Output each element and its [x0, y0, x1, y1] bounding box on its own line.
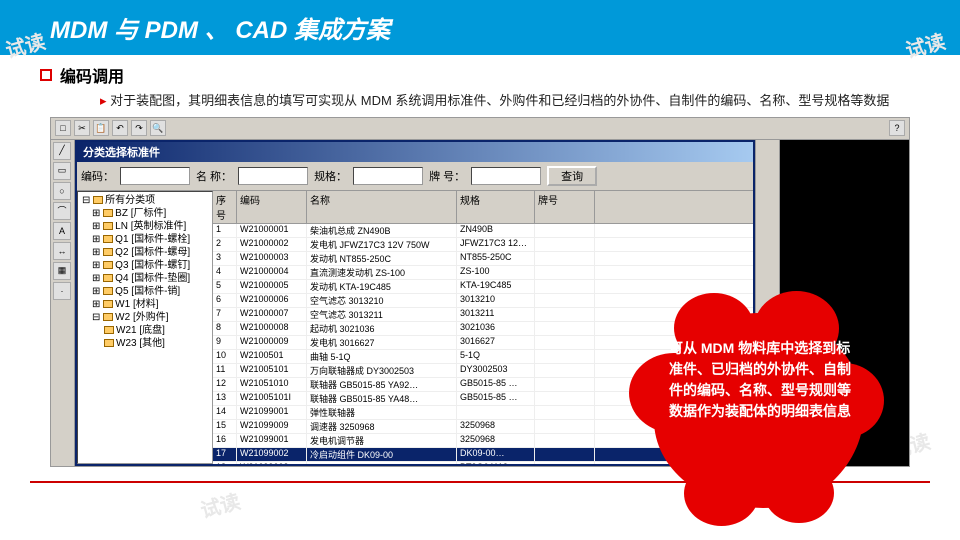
- tool-rect-icon[interactable]: ▭: [53, 162, 71, 180]
- label-spec: 规格：: [314, 168, 347, 184]
- cad-window: □ ✂ 📋 ↶ ↷ 🔍 ? ╱ ▭ ○ ⌒ A ↔ ▦ · 分类选择标准件: [50, 117, 910, 467]
- dialog-search-bar: 编码： 名 称： 规格： 牌 号： 查询: [77, 162, 753, 191]
- tree-root[interactable]: ⊟ 所有分类项: [80, 194, 210, 207]
- category-tree[interactable]: ⊟ 所有分类项 ⊞ BZ [厂标件]⊞ LN [英制标准件]⊞ Q1 [国标件-…: [77, 191, 213, 464]
- label-code: 编码：: [81, 168, 114, 184]
- tool-line-icon[interactable]: ╱: [53, 142, 71, 160]
- tool-circle-icon[interactable]: ○: [53, 182, 71, 200]
- tool-dim-icon[interactable]: ↔: [53, 242, 71, 260]
- table-row[interactable]: 1W21000001柴油机总成 ZN490BZN490B: [213, 224, 753, 238]
- code-input[interactable]: [120, 167, 190, 185]
- spec-input[interactable]: [353, 167, 423, 185]
- slide-title-bar: MDM 与 PDM 、 CAD 集成方案: [0, 0, 960, 55]
- watermark: 试读: [197, 485, 243, 523]
- tree-item[interactable]: W21 [底盘]: [80, 324, 210, 337]
- cad-toolbar-left: ╱ ▭ ○ ⌒ A ↔ ▦ ·: [51, 140, 75, 466]
- tool-arc-icon[interactable]: ⌒: [53, 202, 71, 220]
- toolbar-button[interactable]: ✂: [74, 120, 90, 136]
- tool-hatch-icon[interactable]: ▦: [53, 262, 71, 280]
- table-row[interactable]: 4W21000004直流测速发动机 ZS-100ZS-100: [213, 266, 753, 280]
- toolbar-button[interactable]: ?: [889, 120, 905, 136]
- table-row[interactable]: 3W21000003发动机 NT855-250CNT855-250C: [213, 252, 753, 266]
- tree-item[interactable]: W23 [其他]: [80, 337, 210, 350]
- cad-toolbar-top: □ ✂ 📋 ↶ ↷ 🔍 ?: [51, 118, 909, 140]
- query-button[interactable]: 查询: [547, 166, 597, 186]
- toolbar-button[interactable]: 📋: [93, 120, 109, 136]
- label-name: 名 称：: [196, 168, 232, 184]
- section-title: 编码调用: [60, 63, 124, 87]
- section-description: 对于装配图，其明细表信息的填写可实现从 MDM 系统调用标准件、外购件和已经归档…: [100, 91, 920, 111]
- brand-input[interactable]: [471, 167, 541, 185]
- callout-text: 可从 MDM 物料库中选择到标准件、已归档的外协件、自制件的编码、名称、型号规则…: [669, 338, 854, 422]
- table-row[interactable]: 2W21000002发电机 JFWZ17C3 12V 750WJFWZ17C3 …: [213, 238, 753, 252]
- callout-cloud: 可从 MDM 物料库中选择到标准件、已归档的外协件、自制件的编码、名称、型号规则…: [654, 313, 864, 508]
- tool-text-icon[interactable]: A: [53, 222, 71, 240]
- name-input[interactable]: [238, 167, 308, 185]
- tree-item[interactable]: ⊞ Q3 [国标件-螺钉]: [80, 259, 210, 272]
- tree-item[interactable]: ⊞ BZ [厂标件]: [80, 207, 210, 220]
- tree-item[interactable]: ⊞ Q2 [国标件-螺母]: [80, 246, 210, 259]
- tree-item[interactable]: ⊞ LN [英制标准件]: [80, 220, 210, 233]
- grid-header: 序号 编码 名称 规格 牌号: [213, 191, 753, 224]
- dialog-title: 分类选择标准件: [77, 142, 753, 162]
- section-heading: 编码调用: [40, 63, 920, 87]
- tool-point-icon[interactable]: ·: [53, 282, 71, 300]
- slide-title: MDM 与 PDM 、 CAD 集成方案: [50, 17, 390, 44]
- toolbar-button[interactable]: 🔍: [150, 120, 166, 136]
- tree-item[interactable]: ⊞ Q5 [国标件-销]: [80, 285, 210, 298]
- tree-item[interactable]: ⊞ W1 [材料]: [80, 298, 210, 311]
- label-brand: 牌 号：: [429, 168, 465, 184]
- bullet-icon: [40, 69, 52, 81]
- slide-content: 编码调用 对于装配图，其明细表信息的填写可实现从 MDM 系统调用标准件、外购件…: [0, 55, 960, 475]
- toolbar-button[interactable]: ↷: [131, 120, 147, 136]
- tree-item[interactable]: ⊞ Q4 [国标件-垫圈]: [80, 272, 210, 285]
- tree-item[interactable]: ⊟ W2 [外购件]: [80, 311, 210, 324]
- table-row[interactable]: 6W21000006空气滤芯 30132103013210: [213, 294, 753, 308]
- tree-item[interactable]: ⊞ Q1 [国标件-螺栓]: [80, 233, 210, 246]
- toolbar-button[interactable]: ↶: [112, 120, 128, 136]
- table-row[interactable]: 5W21000005发动机 KTA-19C485KTA-19C485: [213, 280, 753, 294]
- toolbar-button[interactable]: □: [55, 120, 71, 136]
